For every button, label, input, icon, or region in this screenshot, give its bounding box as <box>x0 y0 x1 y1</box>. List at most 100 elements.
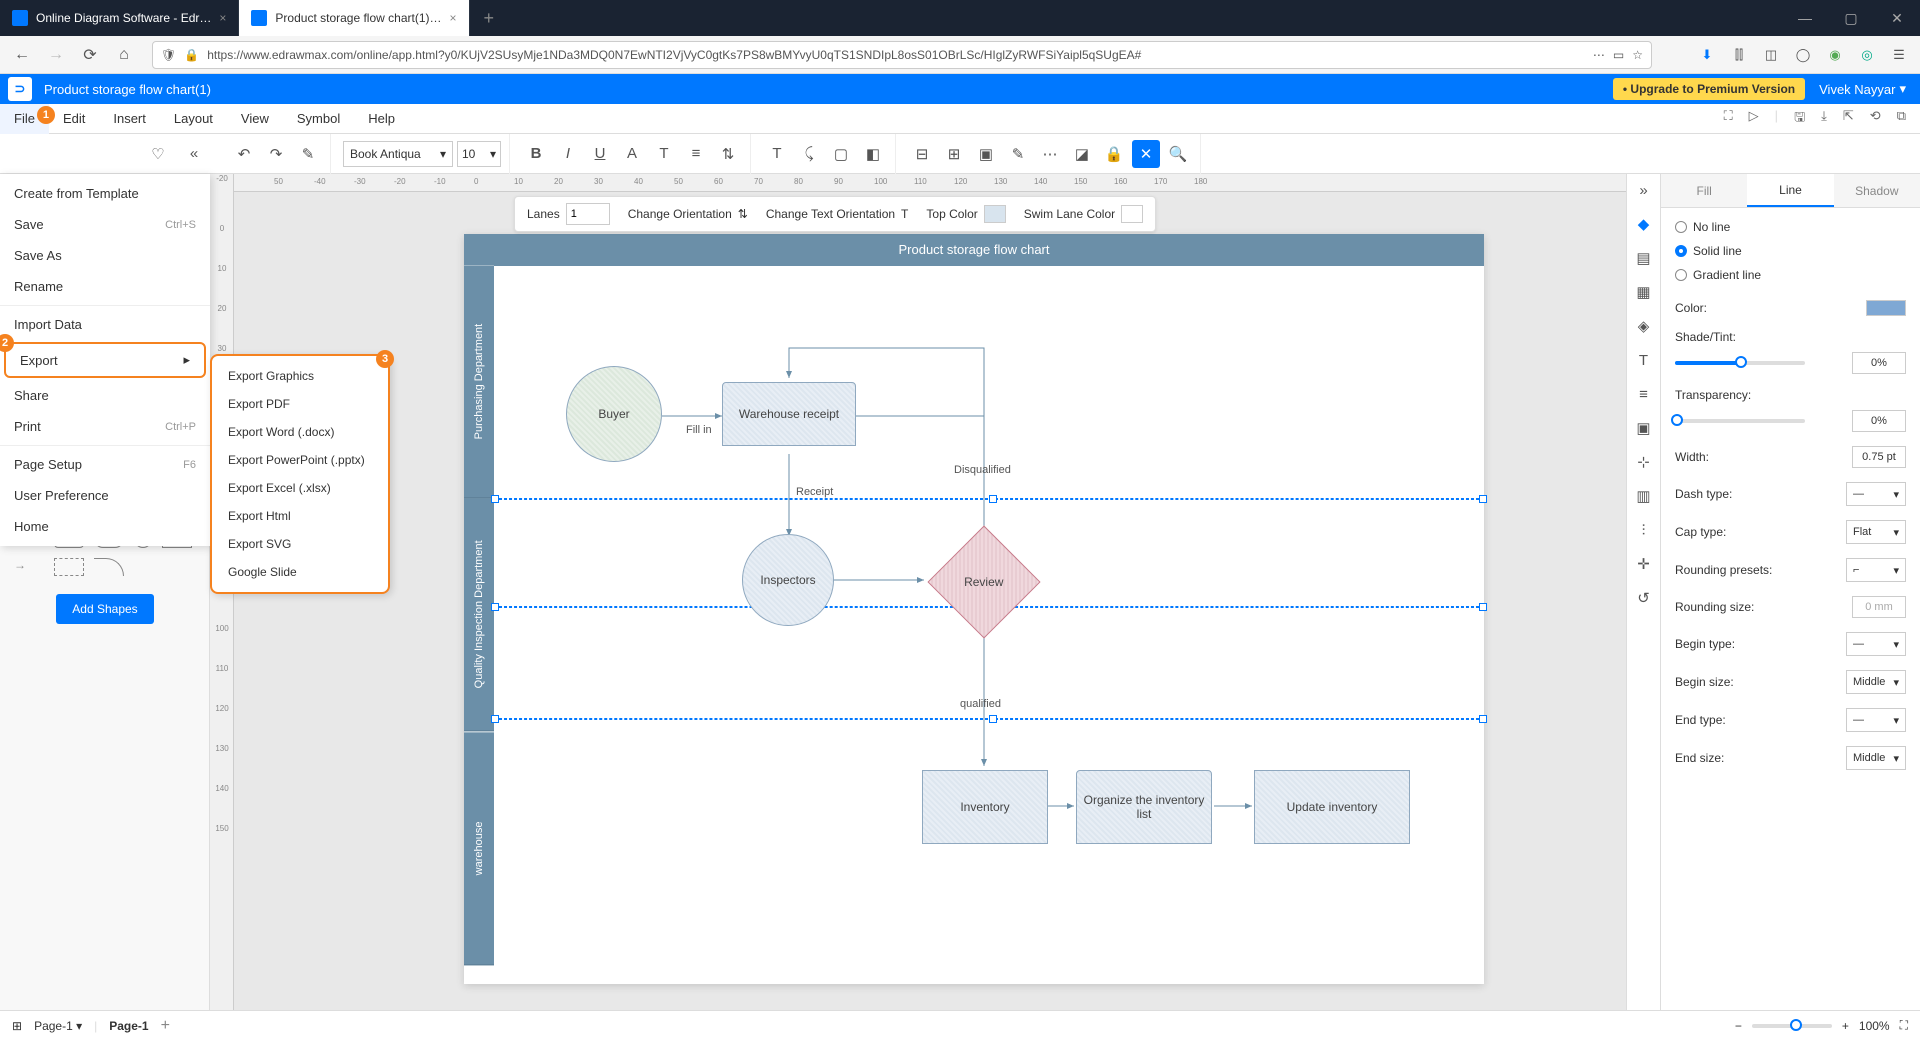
diagram-page[interactable]: Product storage flow chart Purchasing De… <box>464 234 1484 984</box>
menu-icon[interactable]: ☰ <box>1890 46 1908 64</box>
highlight-button[interactable]: T <box>650 140 678 168</box>
radio-solid-line[interactable]: Solid line <box>1675 244 1906 258</box>
line-style-button[interactable]: ⋯ <box>1036 140 1064 168</box>
dash-select[interactable]: —▾ <box>1846 482 1906 506</box>
minimize-button[interactable]: — <box>1782 0 1828 36</box>
resize-handle[interactable] <box>1479 495 1487 503</box>
selection-box[interactable] <box>494 498 1484 500</box>
heart-icon[interactable]: ♡ <box>144 140 172 168</box>
library-icon[interactable]: ⫿⫿ <box>1730 46 1748 64</box>
lane-label-0[interactable]: Purchasing Department <box>464 265 494 498</box>
home-button[interactable]: ⌂ <box>110 41 138 69</box>
image-icon[interactable]: ▣ <box>1634 418 1654 438</box>
download-icon[interactable]: ⤓ <box>1821 108 1827 130</box>
lanes-input[interactable] <box>566 203 610 225</box>
menu-insert[interactable]: Insert <box>99 104 160 134</box>
more-icon[interactable]: ⋯ <box>1593 48 1605 62</box>
menu-symbol[interactable]: Symbol <box>283 104 354 134</box>
bold-button[interactable]: B <box>522 140 550 168</box>
italic-button[interactable]: I <box>554 140 582 168</box>
redo-button[interactable]: ↷ <box>262 140 290 168</box>
search-icon[interactable]: 🔍 <box>1164 140 1192 168</box>
begin-type-select[interactable]: —▾ <box>1846 632 1906 656</box>
close-icon[interactable]: × <box>219 11 226 25</box>
clipboard-icon[interactable]: ▥ <box>1634 486 1654 506</box>
outline-icon[interactable]: ⊞ <box>12 1019 22 1033</box>
menu-view[interactable]: View <box>227 104 283 134</box>
begin-size-select[interactable]: Middle▾ <box>1846 670 1906 694</box>
file-menu-home[interactable]: Home <box>0 511 210 542</box>
round-preset-select[interactable]: ⌐▾ <box>1846 558 1906 582</box>
line-color-swatch[interactable] <box>1866 300 1906 316</box>
connector-icon[interactable]: ⊹ <box>1634 452 1654 472</box>
change-text-orientation-button[interactable]: Change Text OrientationT <box>766 207 909 221</box>
zoom-slider[interactable] <box>1752 1024 1832 1028</box>
menu-layout[interactable]: Layout <box>160 104 227 134</box>
maximize-button[interactable]: ▢ <box>1828 0 1874 36</box>
forward-button[interactable]: → <box>42 41 70 69</box>
resize-handle[interactable] <box>1479 715 1487 723</box>
shadow-button[interactable]: ◪ <box>1068 140 1096 168</box>
reload-button[interactable]: ⟳ <box>76 41 104 69</box>
export-word[interactable]: Export Word (.docx) <box>212 418 388 446</box>
cap-select[interactable]: Flat▾ <box>1846 520 1906 544</box>
shape2-button[interactable]: ◧ <box>859 140 887 168</box>
doc-title[interactable]: Product storage flow chart(1) <box>44 82 211 97</box>
file-menu-save[interactable]: SaveCtrl+S <box>0 209 210 240</box>
add-shapes-button[interactable]: Add Shapes <box>56 594 153 624</box>
export-graphics[interactable]: Export Graphics <box>212 362 388 390</box>
upgrade-button[interactable]: • Upgrade to Premium Version <box>1613 78 1805 100</box>
line-color-button[interactable]: ✎ <box>1004 140 1032 168</box>
font-select[interactable]: Book Antiqua▾ <box>343 141 453 167</box>
save-icon[interactable]: 🖫 <box>1794 108 1805 130</box>
lock-button[interactable]: 🔒 <box>1100 140 1128 168</box>
menu-edit[interactable]: Edit <box>49 104 99 134</box>
sidebar-icon[interactable]: ◫ <box>1762 46 1780 64</box>
file-menu-page-setup[interactable]: Page SetupF6 <box>0 449 210 480</box>
canvas[interactable]: 50 -40 -30 -20 -10 0 10 20 30 40 50 60 7… <box>234 174 1626 1010</box>
text-icon[interactable]: T <box>1634 350 1654 370</box>
tools-button[interactable]: ✕ <box>1132 140 1160 168</box>
radio-gradient-line[interactable]: Gradient line <box>1675 268 1906 282</box>
swimlane-title[interactable]: Product storage flow chart <box>464 234 1484 265</box>
width-input[interactable]: 0.75 pt <box>1852 446 1906 468</box>
curve-shape[interactable] <box>94 558 124 576</box>
undo-button[interactable]: ↶ <box>230 140 258 168</box>
swim-color-picker[interactable] <box>1121 205 1143 223</box>
round-size-input[interactable]: 0 mm <box>1852 596 1906 618</box>
play-icon[interactable]: ▷ <box>1749 108 1759 130</box>
address-bar[interactable]: 🛡 🔒 https://www.edrawmax.com/online/app.… <box>152 41 1652 69</box>
node-organize[interactable]: Organize the inventory list <box>1076 770 1212 844</box>
end-size-select[interactable]: Middle▾ <box>1846 746 1906 770</box>
history-icon[interactable]: ↺ <box>1634 588 1654 608</box>
file-menu-import[interactable]: Import Data <box>0 309 210 340</box>
download-icon[interactable]: ⬇ <box>1698 46 1716 64</box>
text-tool-button[interactable]: T <box>763 140 791 168</box>
node-inventory[interactable]: Inventory <box>922 770 1048 844</box>
db-icon[interactable]: ≡ <box>1634 384 1654 404</box>
format-painter-button[interactable]: ✎ <box>294 140 322 168</box>
account-icon[interactable]: ◯ <box>1794 46 1812 64</box>
file-menu-user-pref[interactable]: User Preference <box>0 480 210 511</box>
file-menu-share[interactable]: Share <box>0 380 210 411</box>
node-buyer[interactable]: Buyer <box>566 366 662 462</box>
shade-slider[interactable] <box>1675 361 1805 365</box>
arrow-shape[interactable]: → <box>14 558 44 576</box>
swimlane-content[interactable]: Buyer Warehouse receipt Fill in Receipt … <box>494 265 1484 965</box>
close-icon[interactable]: × <box>450 11 457 25</box>
shape-button[interactable]: ▢ <box>827 140 855 168</box>
shade-value[interactable]: 0% <box>1852 352 1906 374</box>
browser-tab-0[interactable]: Online Diagram Software - Edr… × <box>0 0 239 36</box>
node-inspectors[interactable]: Inspectors <box>742 534 834 626</box>
distribute-button[interactable]: ⊞ <box>940 140 968 168</box>
collapse-icon[interactable]: « <box>180 140 208 168</box>
focus-icon[interactable]: ⛶ <box>1724 108 1733 130</box>
export-gslide[interactable]: Google Slide <box>212 558 388 586</box>
new-tab-button[interactable]: + <box>470 8 509 29</box>
end-type-select[interactable]: —▾ <box>1846 708 1906 732</box>
export-excel[interactable]: Export Excel (.xlsx) <box>212 474 388 502</box>
align-button[interactable]: ≡ <box>682 140 710 168</box>
shape-thumb[interactable] <box>54 558 84 576</box>
resize-handle[interactable] <box>989 715 997 723</box>
tab-shadow[interactable]: Shadow <box>1834 174 1920 207</box>
